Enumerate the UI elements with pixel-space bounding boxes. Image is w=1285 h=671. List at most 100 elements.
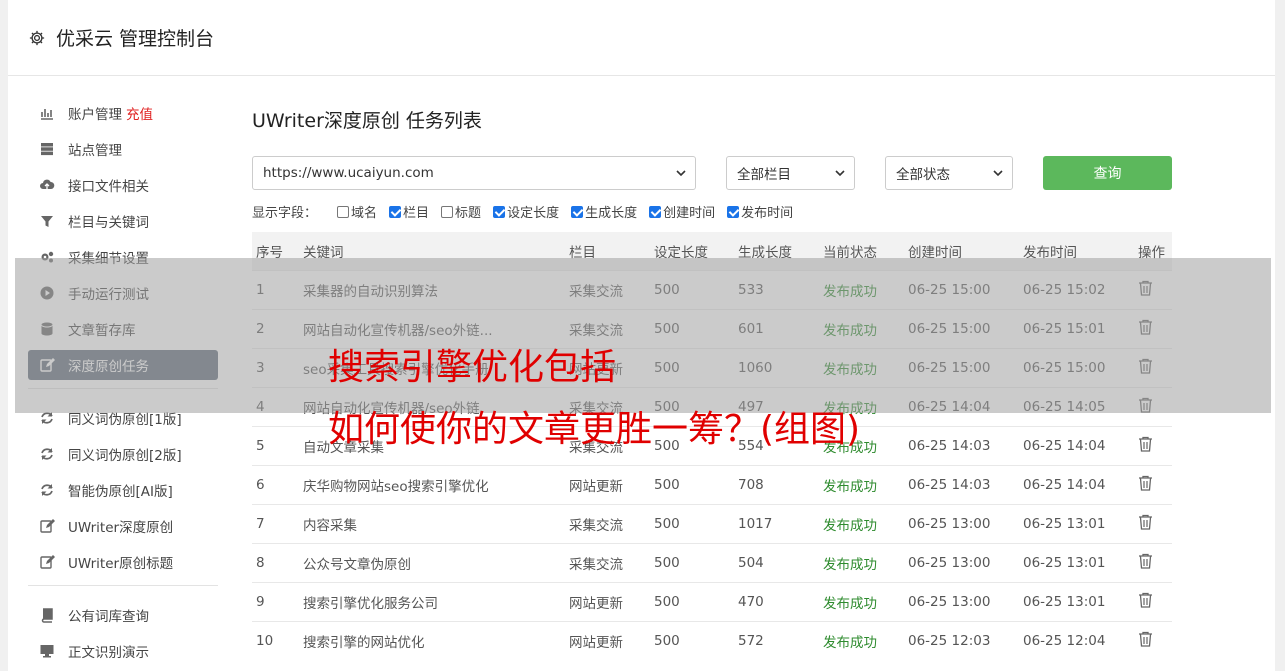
table-row: 10 搜索引擎的网站优化 网站更新 500 572 发布成功 06-25 12:03 06-2… bbox=[252, 620, 1172, 660]
sidebar-item-label: 同义词伪原创[2版] bbox=[68, 448, 182, 464]
sidebar-item-sidebar-items-1[interactable]: 站点管理 bbox=[28, 134, 218, 164]
sidebar-item-label: UWriter原创标题 bbox=[68, 556, 174, 572]
table-cell: 公众号文章伪原创 bbox=[299, 542, 565, 582]
trash-icon[interactable] bbox=[1138, 553, 1153, 569]
checkbox-box[interactable] bbox=[441, 205, 454, 218]
sidebar-item-label: UWriter深度原创 bbox=[68, 520, 174, 536]
table-cell: 470 bbox=[734, 581, 819, 621]
table-cell: 网站更新 bbox=[565, 581, 650, 621]
table-cell: 发布成功 bbox=[819, 581, 904, 621]
sidebar-item-sidebar-items-3[interactable]: 栏目与关键词 bbox=[28, 206, 218, 236]
sidebar-divider bbox=[28, 585, 218, 586]
display-fields: 显示字段： 域名 栏目 标题 设定长度 生成长度 创建时间 发布时间 bbox=[252, 202, 805, 221]
table-cell: 06-25 14:04 bbox=[1019, 464, 1134, 504]
chevron-down-icon bbox=[835, 170, 845, 177]
table-cell: 06-25 13:00 bbox=[904, 581, 1019, 621]
sidebar-item-label: 公有词库查询 bbox=[68, 609, 149, 625]
checkbox-label: 域名 bbox=[351, 206, 378, 221]
trash-icon[interactable] bbox=[1138, 436, 1153, 452]
top-bar: 优采云 管理控制台 bbox=[8, 0, 1275, 76]
table-cell: 发布成功 bbox=[819, 464, 904, 504]
table-cell: 搜索引擎的网站优化 bbox=[299, 620, 565, 660]
table-cell: 06-25 13:01 bbox=[1019, 503, 1134, 543]
table-cell: 内容采集 bbox=[299, 503, 565, 543]
status-select[interactable]: 全部状态 bbox=[885, 156, 1013, 190]
query-button[interactable]: 查询 bbox=[1043, 156, 1172, 190]
chevron-down-icon bbox=[993, 170, 1003, 177]
trash-icon[interactable] bbox=[1138, 475, 1153, 491]
table-cell: 500 bbox=[650, 464, 734, 504]
checkbox-box[interactable] bbox=[389, 205, 402, 218]
table-row: 9 搜索引擎优化服务公司 网站更新 500 470 发布成功 06-25 13:00 06-2… bbox=[252, 581, 1172, 621]
table-cell: 发布成功 bbox=[819, 620, 904, 660]
filter-icon bbox=[41, 216, 53, 227]
actions-cell bbox=[1134, 503, 1172, 543]
table-cell: 06-25 13:01 bbox=[1019, 581, 1134, 621]
sidebar-item-sidebar-items2-2[interactable]: 智能伪原创[AI版] bbox=[28, 475, 218, 505]
edit-icon bbox=[40, 519, 55, 533]
table-cell: 708 bbox=[734, 464, 819, 504]
table-cell: 发布成功 bbox=[819, 542, 904, 582]
checkbox-label: 设定长度 bbox=[507, 206, 560, 221]
sidebar-item-sidebar-items2-3[interactable]: UWriter深度原创 bbox=[28, 511, 218, 541]
edit-icon bbox=[40, 555, 55, 569]
cloud-upload-icon bbox=[40, 179, 55, 189]
sidebar-item-sidebar-items3-0[interactable]: 公有词库查询 bbox=[28, 600, 218, 630]
table-cell: 1017 bbox=[734, 503, 819, 543]
table-row: 7 内容采集 采集交流 500 1017 发布成功 06-25 13:00 06-25 13:… bbox=[252, 503, 1172, 543]
field-checkbox-5[interactable]: 创建时间 bbox=[649, 202, 715, 221]
checkbox-box[interactable] bbox=[649, 205, 662, 218]
trash-icon[interactable] bbox=[1138, 514, 1153, 530]
sidebar-item-label: 账户管理 bbox=[68, 107, 122, 123]
trash-icon[interactable] bbox=[1138, 631, 1153, 647]
sidebar-item-sidebar-items3-1[interactable]: 正文识别演示 bbox=[28, 636, 218, 666]
field-checkbox-2[interactable]: 标题 bbox=[441, 202, 481, 221]
refresh-icon bbox=[41, 484, 53, 496]
refresh-icon bbox=[41, 448, 53, 460]
page-title: UWriter深度原创 任务列表 bbox=[252, 110, 482, 132]
site-select-value: https://www.ucaiyun.com bbox=[263, 165, 434, 181]
checkbox-box[interactable] bbox=[571, 205, 584, 218]
display-fields-label: 显示字段： bbox=[252, 206, 318, 221]
table-cell: 500 bbox=[650, 503, 734, 543]
table-cell: 06-25 12:03 bbox=[904, 620, 1019, 660]
sidebar-item-label: 正文识别演示 bbox=[68, 645, 149, 661]
table-cell: 572 bbox=[734, 620, 819, 660]
sidebar-item-sidebar-items2-1[interactable]: 同义词伪原创[2版] bbox=[28, 439, 218, 469]
sidebar-item-label: 站点管理 bbox=[68, 143, 122, 159]
chevron-down-icon bbox=[676, 170, 686, 177]
recharge-link[interactable]: 充值 bbox=[126, 103, 153, 123]
table-cell: 500 bbox=[650, 542, 734, 582]
sidebar-item-sidebar-items-2[interactable]: 接口文件相关 bbox=[28, 170, 218, 200]
field-checkbox-6[interactable]: 发布时间 bbox=[727, 202, 793, 221]
table-cell: 06-25 14:04 bbox=[1019, 425, 1134, 465]
table-cell: 庆华购物网站seo搜索引擎优化 bbox=[299, 464, 565, 504]
checkbox-label: 发布时间 bbox=[741, 206, 794, 221]
sidebar-item-label: 智能伪原创[AI版] bbox=[68, 484, 173, 500]
actions-cell bbox=[1134, 581, 1172, 621]
field-checkbox-1[interactable]: 栏目 bbox=[389, 202, 429, 221]
site-select[interactable]: https://www.ucaiyun.com bbox=[252, 156, 696, 190]
headline-line-2: 如何使你的文章更胜一筹？(组图) bbox=[328, 409, 861, 450]
table-row: 6 庆华购物网站seo搜索引擎优化 网站更新 500 708 发布成功 06-25 14:0… bbox=[252, 464, 1172, 504]
sidebar-item-sidebar-items2-4[interactable]: UWriter原创标题 bbox=[28, 547, 218, 577]
sidebar-item-sidebar-items-0[interactable]: 账户管理 充值 bbox=[28, 98, 218, 128]
trash-icon[interactable] bbox=[1138, 592, 1153, 608]
column-select-value: 全部栏目 bbox=[737, 167, 791, 183]
table-cell: 06-25 12:04 bbox=[1019, 620, 1134, 660]
checkbox-box[interactable] bbox=[337, 205, 350, 218]
checkbox-box[interactable] bbox=[493, 205, 506, 218]
table-cell: 7 bbox=[252, 503, 299, 543]
checkbox-box[interactable] bbox=[727, 205, 740, 218]
table-cell: 10 bbox=[252, 620, 299, 660]
table-cell: 采集交流 bbox=[565, 542, 650, 582]
field-checkbox-3[interactable]: 设定长度 bbox=[493, 202, 559, 221]
field-checkbox-0[interactable]: 域名 bbox=[337, 202, 377, 221]
table-cell: 06-25 13:00 bbox=[904, 503, 1019, 543]
table-cell: 5 bbox=[252, 425, 299, 465]
headline-line-1: 搜索引擎优化包括 bbox=[328, 347, 617, 388]
monitor-icon bbox=[40, 645, 54, 658]
table-cell: 9 bbox=[252, 581, 299, 621]
column-select[interactable]: 全部栏目 bbox=[726, 156, 855, 190]
field-checkbox-4[interactable]: 生成长度 bbox=[571, 202, 637, 221]
